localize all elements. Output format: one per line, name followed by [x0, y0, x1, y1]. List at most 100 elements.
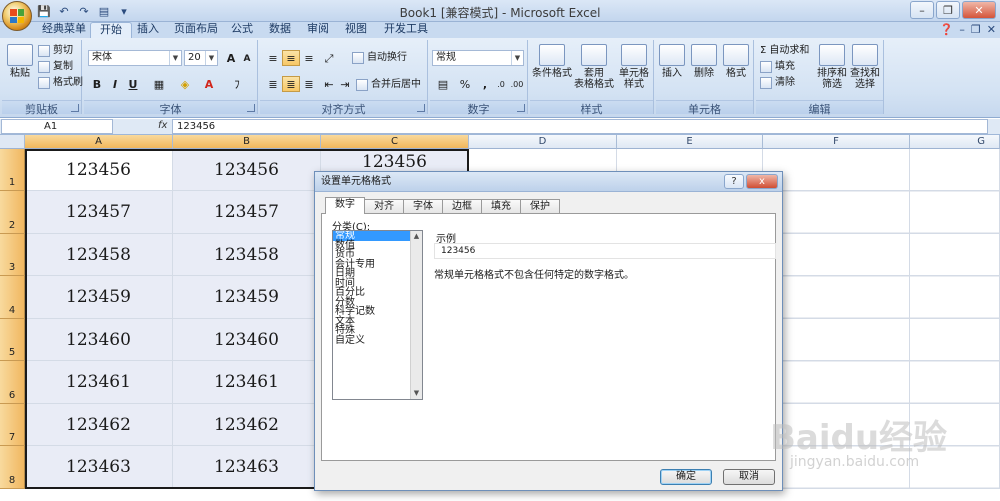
help-button[interactable]: ?	[724, 174, 744, 189]
cell-a7[interactable]: 123462	[25, 404, 173, 446]
align-left-icon[interactable]: ≣	[264, 76, 282, 92]
column-header-a[interactable]: A	[25, 135, 173, 149]
cell-b1[interactable]: 123456	[173, 149, 321, 191]
column-header-e[interactable]: E	[617, 135, 763, 149]
fx-icon[interactable]: fx	[158, 120, 167, 131]
cell-b3[interactable]: 123458	[173, 234, 321, 276]
row-header[interactable]: 6	[0, 361, 25, 404]
italic-button[interactable]: I	[106, 76, 124, 92]
cell-b8[interactable]: 123463	[173, 446, 321, 489]
underline-button[interactable]: U	[124, 76, 142, 92]
font-color-button[interactable]: A	[200, 76, 218, 92]
cell-b6[interactable]: 123461	[173, 361, 321, 404]
column-header-f[interactable]: F	[763, 135, 910, 149]
cut-button[interactable]: 剪切	[38, 44, 73, 58]
column-header-d[interactable]: D	[469, 135, 617, 149]
tab-page-layout[interactable]: 页面布局	[170, 22, 222, 38]
percent-button[interactable]: %	[456, 76, 474, 92]
border-icon[interactable]: ▦	[150, 76, 168, 92]
tab-protection[interactable]: 保护	[520, 199, 560, 214]
decrease-decimal-icon[interactable]: .00	[508, 76, 526, 92]
phonetic-button[interactable]: ﾌ	[228, 76, 246, 92]
tab-number[interactable]: 数字	[325, 197, 365, 214]
format-as-table-button[interactable]: 套用 表格格式	[574, 44, 614, 90]
ok-button[interactable]: 确定	[660, 469, 712, 485]
cell-b7[interactable]: 123462	[173, 404, 321, 446]
office-button[interactable]	[2, 1, 32, 31]
ribbon-minimize-icon[interactable]: –	[959, 23, 965, 36]
font-name-combo[interactable]: 宋体 ▼	[88, 50, 182, 66]
clipboard-launcher-icon[interactable]	[71, 104, 79, 112]
formula-input[interactable]: 123456	[172, 119, 988, 134]
find-select-button[interactable]: 查找和 选择	[848, 44, 882, 90]
row-header[interactable]: 2	[0, 191, 25, 234]
cancel-button[interactable]: 取消	[723, 469, 775, 485]
align-top-icon[interactable]: ≡	[264, 50, 282, 66]
tab-view[interactable]: 视图	[342, 22, 370, 38]
format-painter-button[interactable]: 格式刷	[38, 76, 83, 90]
column-header-c[interactable]: C	[321, 135, 469, 149]
sort-filter-button[interactable]: 排序和 筛选	[816, 44, 848, 90]
bold-button[interactable]: B	[88, 76, 106, 92]
cell-a4[interactable]: 123459	[25, 276, 173, 319]
alignment-launcher-icon[interactable]	[417, 104, 425, 112]
column-header-g[interactable]: G	[910, 135, 1000, 149]
cell-a2[interactable]: 123457	[25, 191, 173, 234]
tab-alignment[interactable]: 对齐	[364, 199, 404, 214]
help-icon[interactable]: ❓	[940, 23, 954, 36]
fill-color-icon[interactable]: ◈	[176, 76, 194, 92]
wrap-text-button[interactable]: 自动换行	[352, 51, 407, 65]
cell-a8[interactable]: 123463	[25, 446, 173, 489]
format-cells-button[interactable]: 格式	[720, 44, 752, 79]
tab-data[interactable]: 数据	[266, 22, 294, 38]
column-header-b[interactable]: B	[173, 135, 321, 149]
tab-border[interactable]: 边框	[442, 199, 482, 214]
insert-cells-button[interactable]: 插入	[656, 44, 688, 79]
restore-icon[interactable]: ❐	[936, 1, 960, 19]
scroll-down-icon[interactable]: ▼	[411, 388, 422, 399]
align-center-icon[interactable]: ≣	[282, 76, 300, 92]
tab-developer[interactable]: 开发工具	[380, 22, 432, 38]
cell-a1[interactable]: 123456	[25, 149, 173, 191]
row-header[interactable]: 8	[0, 446, 25, 489]
cell-styles-button[interactable]: 单元格 样式	[614, 44, 654, 90]
copy-button[interactable]: 复制	[38, 60, 73, 74]
tab-review[interactable]: 审阅	[304, 22, 332, 38]
align-bottom-icon[interactable]: ≡	[300, 50, 318, 66]
clear-button[interactable]: 清除	[760, 76, 795, 90]
tab-insert[interactable]: 插入	[134, 22, 162, 38]
tab-classic-menu[interactable]: 经典菜单	[38, 22, 90, 38]
cell-b4[interactable]: 123459	[173, 276, 321, 319]
delete-cells-button[interactable]: 删除	[688, 44, 720, 79]
select-all-corner[interactable]	[0, 135, 25, 149]
scroll-up-icon[interactable]: ▲	[411, 231, 422, 242]
number-format-combo[interactable]: 常规 ▼	[432, 50, 524, 66]
currency-icon[interactable]: ▤	[434, 76, 452, 92]
tab-fill[interactable]: 填充	[481, 199, 521, 214]
cell-b2[interactable]: 123457	[173, 191, 321, 234]
orientation-icon[interactable]: ⤢	[320, 50, 338, 66]
align-middle-icon[interactable]: ≡	[282, 50, 300, 66]
conditional-format-button[interactable]: 条件格式	[532, 44, 572, 79]
ribbon-restore-icon[interactable]: ❐	[971, 23, 981, 36]
tab-home[interactable]: 开始	[90, 22, 132, 38]
number-launcher-icon[interactable]	[517, 104, 525, 112]
cell-b5[interactable]: 123460	[173, 319, 321, 361]
align-right-icon[interactable]: ≣	[300, 76, 318, 92]
cell-a6[interactable]: 123461	[25, 361, 173, 404]
tab-formulas[interactable]: 公式	[228, 22, 256, 38]
row-header[interactable]: 3	[0, 234, 25, 276]
shrink-font-button[interactable]: A	[238, 50, 256, 66]
minimize-icon[interactable]: –	[910, 1, 934, 19]
dialog-close-button[interactable]: x	[746, 174, 778, 189]
row-header[interactable]: 1	[0, 149, 25, 191]
row-header[interactable]: 4	[0, 276, 25, 319]
merge-center-button[interactable]: 合并后居中	[356, 78, 421, 92]
increase-indent-icon[interactable]: ⇥	[336, 76, 354, 92]
ribbon-close-icon[interactable]: ✕	[987, 23, 996, 36]
name-box[interactable]: A1	[1, 119, 113, 134]
cell-a5[interactable]: 123460	[25, 319, 173, 361]
category-scrollbar[interactable]: ▲ ▼	[410, 231, 422, 399]
cell-a3[interactable]: 123458	[25, 234, 173, 276]
autosum-button[interactable]: Σ 自动求和	[760, 44, 809, 58]
